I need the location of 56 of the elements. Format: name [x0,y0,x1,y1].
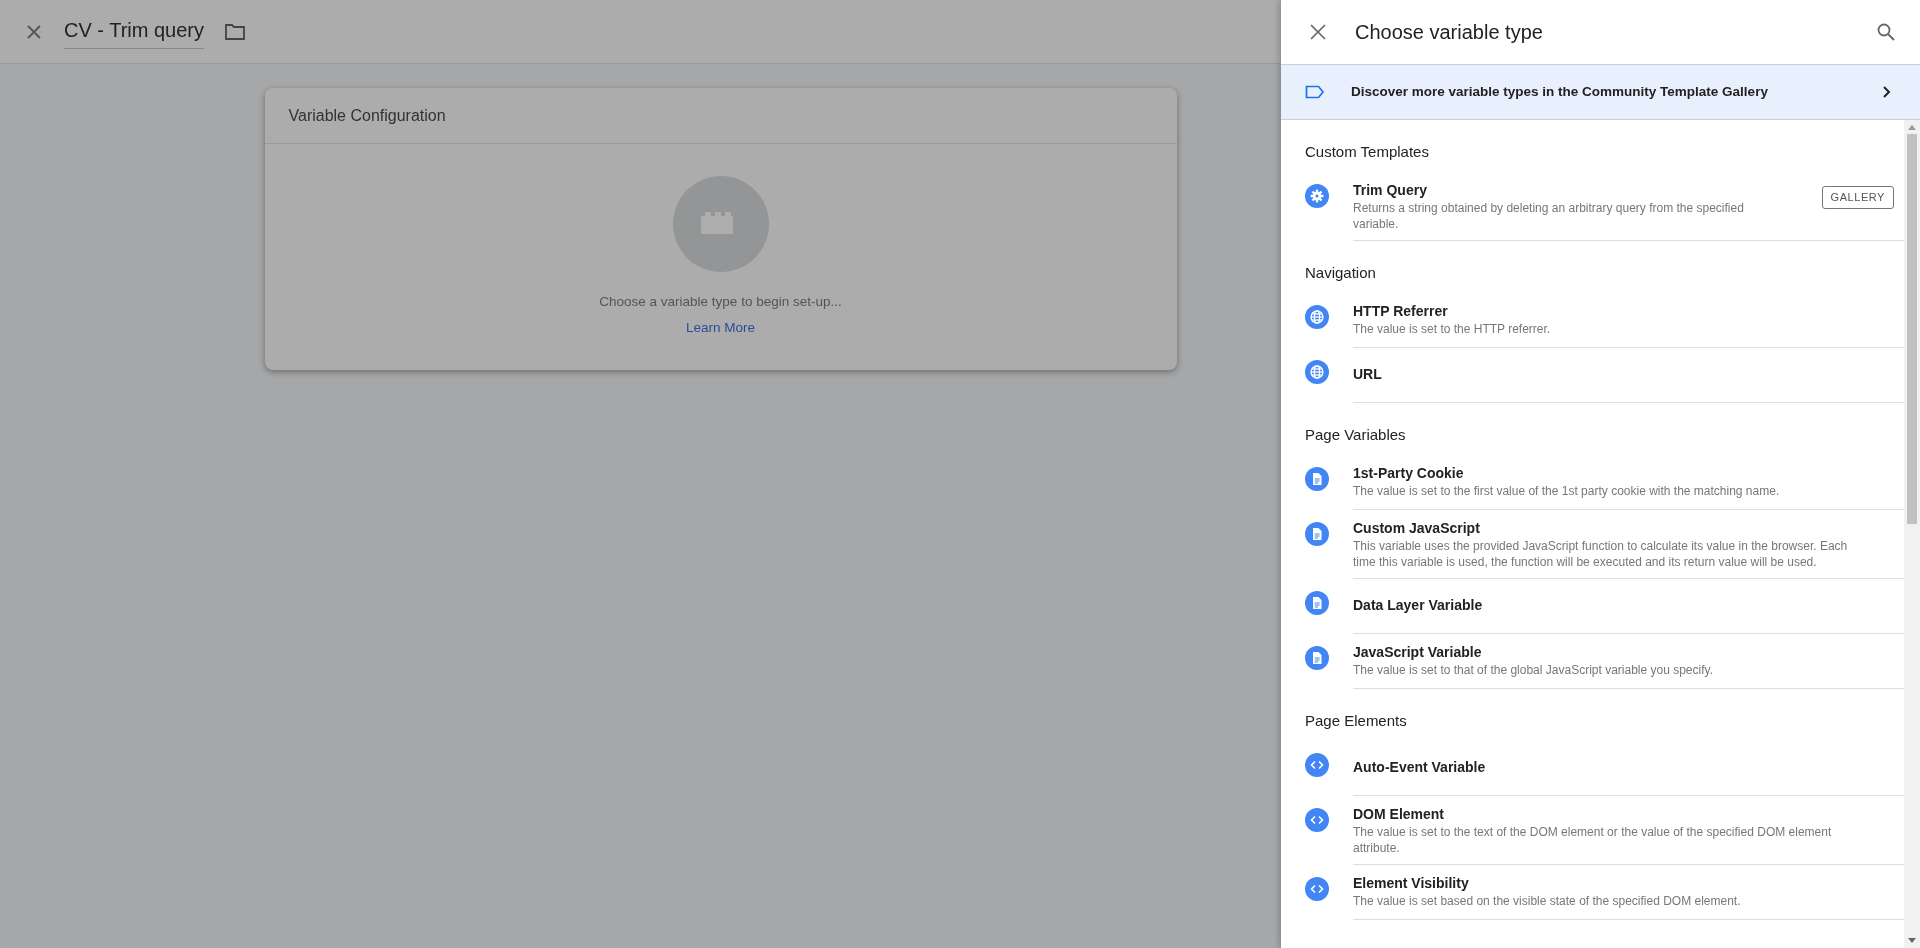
learn-more-link[interactable]: Learn More [685,318,755,339]
banner-text: Discover more variable types in the Community Template Gallery [1351,82,1769,101]
globe-icon [1305,305,1329,329]
gallery-button[interactable]: GALLERY [1821,186,1894,209]
scrollbar[interactable] [1904,120,1920,948]
item-title: JavaScript Variable [1353,643,1483,662]
document-icon [1305,522,1329,546]
item-title: DOM Element [1353,805,1445,824]
item-description: The value is set to the text of the DOM element or the value of the specified DOM element attribute. [1353,824,1833,856]
variable-type-item[interactable]: 1st-Party Cookie The value is set to the first value of the 1st party cookie with the matching name. [1281,455,1904,510]
item-title: HTTP Referrer [1353,302,1449,321]
gallery-banner[interactable]: Discover more variable types in the Community Template Gallery [1281,64,1920,120]
item-title: URL [1353,365,1383,384]
variable-type-item[interactable]: JavaScript Variable The value is set to that of the global JavaScript variable you specify. [1281,634,1904,689]
item-title: Element Visibility [1353,874,1470,893]
item-title: Trim Query [1353,181,1428,200]
hint-text: Choose a variable type to begin set-up... [599,293,842,311]
variable-name[interactable]: CV - Trim query [64,14,205,49]
variable-type-item[interactable]: URL [1281,348,1904,403]
globe-icon [1305,360,1329,384]
code-icon [1305,877,1329,901]
variable-type-item[interactable]: HTTP Referrer The value is set to the HTTP referrer. [1281,293,1904,348]
section-heading: Page Variables [1305,426,1406,443]
variable-type-item[interactable]: Trim Query Returns a string obtained by deleting an arbitrary query from the specified variable. GALLERY [1281,172,1904,241]
panel-title: Choose variable type [1355,20,1544,45]
item-title: Auto-Event Variable [1353,758,1487,777]
item-title: Data Layer Variable [1353,596,1484,615]
item-description: Returns a string obtained by deleting an arbitrary query from the specified variable. [1353,200,1745,232]
document-icon [1305,467,1329,491]
variable-type-item[interactable]: Auto-Event Variable [1281,741,1904,796]
section-heading: Page Elements [1305,712,1407,729]
code-icon [1305,753,1329,777]
card-title: Variable Configuration [288,105,446,126]
variable-type-item[interactable]: Data Layer Variable [1281,579,1904,634]
close-icon[interactable] [1309,23,1327,41]
scroll-up-icon[interactable] [1908,124,1916,130]
code-icon [1305,808,1329,832]
document-icon [1305,591,1329,615]
gear-icon [1305,184,1329,208]
folder-icon[interactable] [224,21,247,42]
section-heading: Custom Templates [1305,143,1429,160]
item-description: This variable uses the provided JavaScript function to calculate its value in the browser. Each time this variable is used, the function will be executed and its return value will be used. [1353,538,1849,570]
section-heading: Navigation [1305,264,1376,281]
search-icon[interactable] [1876,22,1896,42]
scroll-down-icon[interactable] [1908,938,1916,944]
item-description: The value is set to the first value of the 1st party cookie with the matching name. [1353,483,1781,499]
item-title: 1st-Party Cookie [1353,464,1465,483]
tag-icon [1305,85,1325,99]
variable-type-item[interactable]: Element Visibility The value is set based on the visible state of the specified DOM element. [1281,865,1904,920]
item-title: Custom JavaScript [1353,519,1481,538]
document-icon [1305,646,1329,670]
item-description: The value is set to the HTTP referrer. [1353,321,1552,337]
variable-type-item[interactable]: DOM Element The value is set to the text of the DOM element or the value of the specified DOM element attribute. [1281,796,1904,865]
item-description: The value is set based on the visible state of the specified DOM element. [1353,893,1742,909]
chevron-right-icon [1882,85,1892,99]
item-description: The value is set to that of the global JavaScript variable you specify. [1353,662,1714,678]
